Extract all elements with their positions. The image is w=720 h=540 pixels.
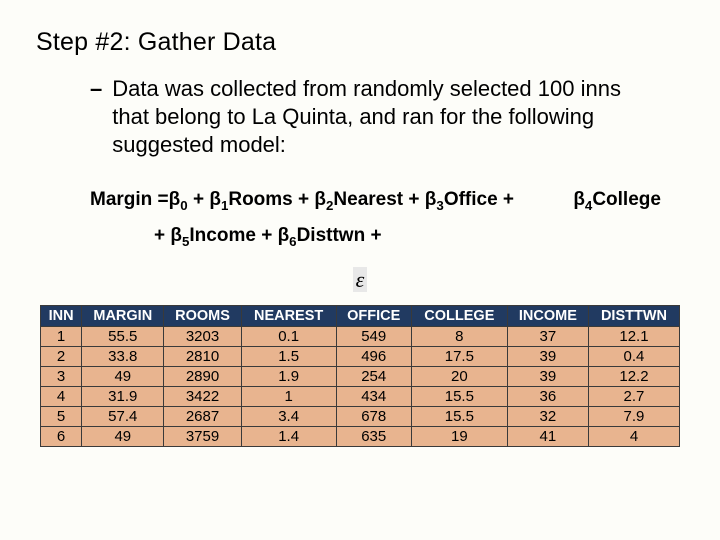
table-cell: 678 [336, 406, 411, 426]
table-cell: 434 [336, 386, 411, 406]
table-cell: 254 [336, 366, 411, 386]
table-cell: 7.9 [588, 406, 679, 426]
table-row: 431.93422143415.5362.7 [41, 386, 680, 406]
table-cell: 4 [41, 386, 82, 406]
table-cell: 41 [507, 426, 588, 446]
table-cell: 549 [336, 326, 411, 346]
table-cell: 496 [336, 346, 411, 366]
table-cell: 1 [241, 386, 336, 406]
table-cell: 3 [41, 366, 82, 386]
table-cell: 635 [336, 426, 411, 446]
table-cell: 1.4 [241, 426, 336, 446]
page-title: Step #2: Gather Data [36, 28, 690, 57]
table-cell: 57.4 [82, 406, 164, 426]
data-table: INN MARGIN ROOMS NEAREST OFFICE COLLEGE … [40, 305, 680, 447]
col-income: INCOME [507, 305, 588, 326]
bullet-text: Data was collected from randomly selecte… [112, 75, 660, 159]
table-row: 34928901.9254203912.2 [41, 366, 680, 386]
table-cell: 8 [411, 326, 507, 346]
col-rooms: ROOMS [164, 305, 241, 326]
table-cell: 17.5 [411, 346, 507, 366]
table-cell: 4 [588, 426, 679, 446]
table-cell: 2810 [164, 346, 241, 366]
table-cell: 55.5 [82, 326, 164, 346]
table-cell: 31.9 [82, 386, 164, 406]
table-cell: 15.5 [411, 406, 507, 426]
table-cell: 36 [507, 386, 588, 406]
epsilon-symbol: ε [353, 267, 368, 292]
table-cell: 0.4 [588, 346, 679, 366]
table-cell: 49 [82, 366, 164, 386]
formula-line-2: + β5Income + β6Disttwn + [154, 221, 680, 257]
table-cell: 2.7 [588, 386, 679, 406]
table-row: 557.426873.467815.5327.9 [41, 406, 680, 426]
regression-formula: Margin =β0 + β1Rooms + β2Nearest + β3Off… [90, 185, 680, 257]
col-college: COLLEGE [411, 305, 507, 326]
table-cell: 2687 [164, 406, 241, 426]
table-cell: 39 [507, 366, 588, 386]
table-row: 155.532030.154983712.1 [41, 326, 680, 346]
bullet-item: – Data was collected from randomly selec… [90, 75, 660, 159]
table-cell: 5 [41, 406, 82, 426]
table-cell: 3203 [164, 326, 241, 346]
col-inn: INN [41, 305, 82, 326]
table-cell: 20 [411, 366, 507, 386]
formula-line-1: Margin =β0 + β1Rooms + β2Nearest + β3Off… [90, 185, 680, 221]
table-cell: 1.9 [241, 366, 336, 386]
table-cell: 39 [507, 346, 588, 366]
table-cell: 0.1 [241, 326, 336, 346]
table-cell: 3.4 [241, 406, 336, 426]
table-row: 64937591.463519414 [41, 426, 680, 446]
table-cell: 49 [82, 426, 164, 446]
epsilon-term: ε [240, 267, 480, 293]
table-cell: 3422 [164, 386, 241, 406]
col-margin: MARGIN [82, 305, 164, 326]
table-row: 233.828101.549617.5390.4 [41, 346, 680, 366]
table-cell: 37 [507, 326, 588, 346]
table-cell: 19 [411, 426, 507, 446]
table-cell: 6 [41, 426, 82, 446]
table-header-row: INN MARGIN ROOMS NEAREST OFFICE COLLEGE … [41, 305, 680, 326]
table-cell: 15.5 [411, 386, 507, 406]
col-nearest: NEAREST [241, 305, 336, 326]
col-disttwn: DISTTWN [588, 305, 679, 326]
table-cell: 33.8 [82, 346, 164, 366]
table-cell: 2890 [164, 366, 241, 386]
table-cell: 32 [507, 406, 588, 426]
table-cell: 12.1 [588, 326, 679, 346]
bullet-dash: – [90, 75, 102, 103]
col-office: OFFICE [336, 305, 411, 326]
table-cell: 3759 [164, 426, 241, 446]
table-cell: 12.2 [588, 366, 679, 386]
table-cell: 1 [41, 326, 82, 346]
table-cell: 1.5 [241, 346, 336, 366]
table-cell: 2 [41, 346, 82, 366]
